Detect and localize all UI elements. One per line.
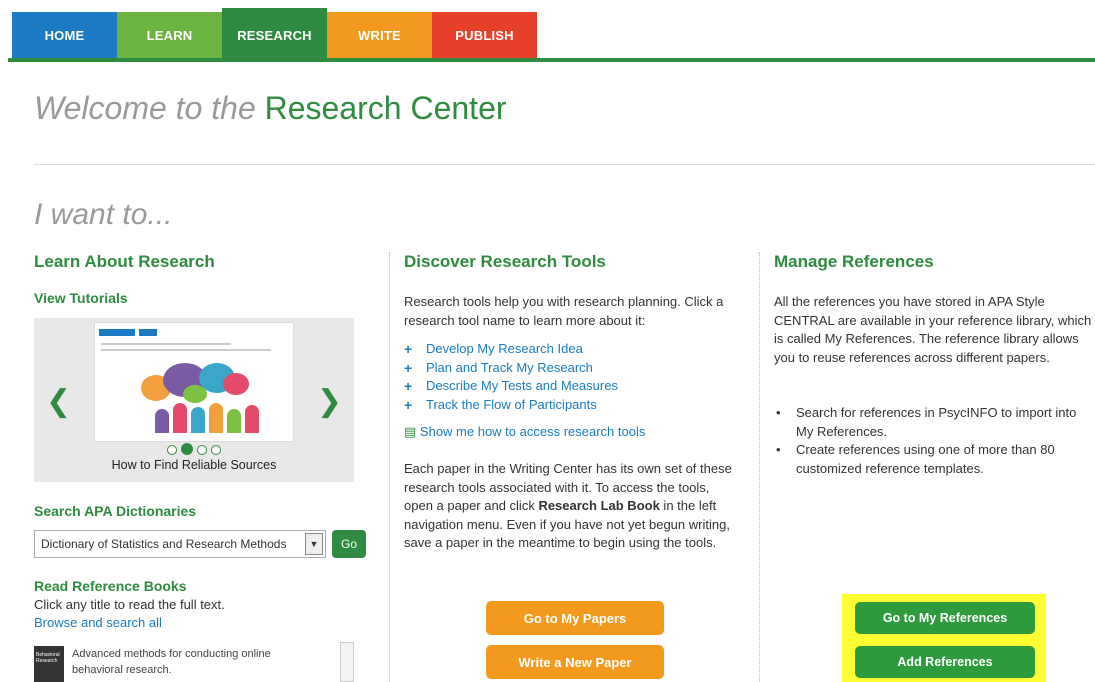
write-new-paper-button[interactable]: Write a New Paper xyxy=(486,645,664,679)
book-cover: Behavioral Research xyxy=(34,646,64,682)
speech-bubble xyxy=(183,385,207,403)
show-me-link[interactable]: Show me how to access research tools xyxy=(420,424,645,439)
person-figure xyxy=(173,403,187,433)
reference-books-heading: Read Reference Books xyxy=(34,578,187,594)
tab-learn[interactable]: LEARN xyxy=(117,12,222,58)
tab-publish[interactable]: PUBLISH xyxy=(432,12,537,58)
slide-text-line xyxy=(101,343,231,345)
list-item: Search for references in PsycINFO to imp… xyxy=(774,404,1092,441)
chevron-left-icon[interactable]: ❮ xyxy=(46,384,71,419)
person-figure xyxy=(191,407,205,433)
page-title-main: Research Center xyxy=(264,90,507,126)
show-me-link-row[interactable]: ▤ Show me how to access research tools xyxy=(404,423,645,442)
tutorial-carousel: ❮ ❯ How to Find Reliable Sources xyxy=(34,318,354,482)
go-to-my-references-button[interactable]: Go to My References xyxy=(855,602,1035,634)
tab-home[interactable]: HOME xyxy=(12,12,117,58)
column-divider xyxy=(759,252,760,682)
scrollbar[interactable] xyxy=(340,642,354,682)
person-figure xyxy=(227,409,241,433)
list-item: Create references using one of more than… xyxy=(774,441,1092,478)
tool-link[interactable]: Describe My Tests and Measures xyxy=(426,377,618,396)
dictionary-selected-value: Dictionary of Statistics and Research Me… xyxy=(41,537,287,551)
carousel-dot-active[interactable] xyxy=(181,443,193,455)
section-heading: I want to... xyxy=(34,198,173,231)
tool-link[interactable]: Develop My Research Idea xyxy=(426,340,583,359)
tab-write[interactable]: WRITE xyxy=(327,12,432,58)
divider xyxy=(34,164,1095,165)
carousel-dot[interactable] xyxy=(211,445,221,455)
book-description: Advanced methods for conducting online b… xyxy=(72,648,271,676)
tools-intro: Research tools help you with research pl… xyxy=(404,294,724,328)
carousel-slide-image[interactable] xyxy=(94,322,294,442)
person-figure xyxy=(209,403,223,433)
tools-body: Each paper in the Writing Center has its… xyxy=(404,460,734,553)
browse-all-link[interactable]: Browse and search all xyxy=(34,614,162,633)
books-intro: Click any title to read the full text. xyxy=(34,597,225,612)
person-figure xyxy=(245,405,259,433)
references-intro: All the references you have stored in AP… xyxy=(774,294,1092,365)
plus-icon: + xyxy=(404,396,413,413)
carousel-caption[interactable]: How to Find Reliable Sources xyxy=(34,458,354,472)
tool-link[interactable]: Track the Flow of Participants xyxy=(426,396,597,415)
add-references-button[interactable]: Add References xyxy=(855,646,1035,678)
person-figure xyxy=(155,409,169,433)
list-item[interactable]: + Plan and Track My Research xyxy=(404,359,618,378)
list-item[interactable]: + Track the Flow of Participants xyxy=(404,396,618,415)
book-list-item[interactable]: Behavioral Research Advanced methods for … xyxy=(34,642,360,682)
nav-underline xyxy=(8,58,1095,62)
go-button[interactable]: Go xyxy=(332,530,366,558)
view-tutorials-heading[interactable]: View Tutorials xyxy=(34,290,128,306)
film-icon: ▤ xyxy=(404,424,417,439)
chevron-down-icon[interactable]: ▼ xyxy=(305,533,323,555)
tools-title: Discover Research Tools xyxy=(404,252,606,271)
column-divider xyxy=(389,252,390,682)
plus-icon: + xyxy=(404,359,413,376)
carousel-dot[interactable] xyxy=(197,445,207,455)
research-tools-list: + Develop My Research Idea + Plan and Trac… xyxy=(404,340,618,414)
page-title-prefix: Welcome to the xyxy=(34,90,256,126)
speech-bubble xyxy=(223,373,249,395)
references-bullets: Search for references in PsycINFO to imp… xyxy=(774,404,1092,478)
tool-link[interactable]: Plan and Track My Research xyxy=(426,359,593,378)
tab-research[interactable]: RESEARCH xyxy=(222,8,327,58)
plus-icon: + xyxy=(404,341,413,357)
dictionaries-heading: Search APA Dictionaries xyxy=(34,503,197,519)
learn-title: Learn About Research xyxy=(34,252,215,271)
page-title: Welcome to the Research Center xyxy=(34,90,507,127)
go-to-my-papers-button[interactable]: Go to My Papers xyxy=(486,601,664,635)
tools-body-bold: Research Lab Book xyxy=(538,498,660,513)
references-title: Manage References xyxy=(774,252,934,271)
chevron-right-icon[interactable]: ❯ xyxy=(317,384,342,419)
list-item[interactable]: + Develop My Research Idea xyxy=(404,340,618,359)
list-item[interactable]: + Describe My Tests and Measures xyxy=(404,377,618,396)
slide-tag xyxy=(99,329,135,336)
main-nav: HOME LEARN RESEARCH WRITE PUBLISH xyxy=(12,8,537,58)
dictionary-select[interactable]: Dictionary of Statistics and Research Me… xyxy=(34,530,326,558)
carousel-dot[interactable] xyxy=(167,445,177,455)
plus-icon: + xyxy=(404,378,413,394)
slide-tag xyxy=(139,329,157,336)
slide-text-line xyxy=(101,349,271,351)
